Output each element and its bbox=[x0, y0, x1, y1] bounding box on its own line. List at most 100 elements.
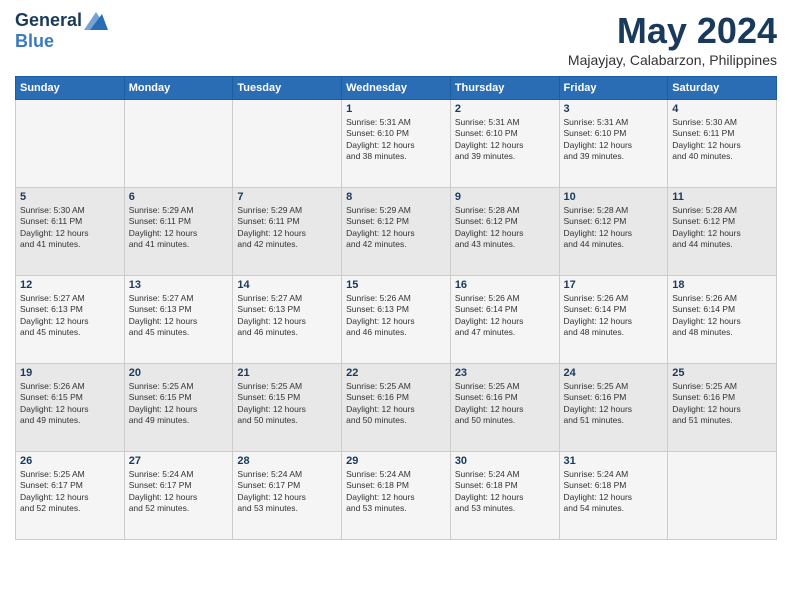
day-number: 6 bbox=[129, 191, 229, 203]
calendar-cell: 4 Sunrise: 5:30 AMSunset: 6:11 PMDaylight… bbox=[668, 100, 777, 188]
calendar-cell: 6 Sunrise: 5:29 AMSunset: 6:11 PMDaylight… bbox=[124, 188, 233, 276]
day-info: Sunrise: 5:28 AMSunset: 6:12 PMDaylight:… bbox=[564, 205, 664, 251]
calendar-cell: 22Sunrise: 5:25 AMSunset: 6:16 PMDayligh… bbox=[342, 364, 451, 452]
day-number: 2 bbox=[455, 103, 555, 115]
calendar-cell: 29 Sunrise: 5:24 AMSunset: 6:18 PMDayligh… bbox=[342, 452, 451, 540]
day-info: Sunrise: 5:25 AMSunset: 6:17 PMDaylight:… bbox=[20, 469, 120, 515]
day-info: Sunrise: 5:29 AMSunset: 6:11 PMDaylight:… bbox=[237, 205, 337, 251]
logo: General Blue bbox=[15, 10, 108, 52]
day-info: Sunrise: 5:26 AMSunset: 6:14 PMDaylight:… bbox=[672, 293, 772, 339]
weekday-header-thursday: Thursday bbox=[450, 77, 559, 100]
calendar-cell: 25 Sunrise: 5:25 AMSunset: 6:16 PMDayligh… bbox=[668, 364, 777, 452]
day-number: 13 bbox=[129, 279, 229, 291]
day-number: 7 bbox=[237, 191, 337, 203]
day-number: 17 bbox=[564, 279, 664, 291]
calendar-cell: 8 Sunrise: 5:29 AMSunset: 6:12 PMDaylight… bbox=[342, 188, 451, 276]
day-info: Sunrise: 5:30 AMSunset: 6:11 PMDaylight:… bbox=[20, 205, 120, 251]
day-info: Sunrise: 5:25 AMSunset: 6:15 PMDaylight:… bbox=[129, 381, 229, 427]
calendar-cell bbox=[668, 452, 777, 540]
weekday-header-monday: Monday bbox=[124, 77, 233, 100]
weekday-header-tuesday: Tuesday bbox=[233, 77, 342, 100]
day-number: 16 bbox=[455, 279, 555, 291]
calendar-header: SundayMondayTuesdayWednesdayThursdayFrid… bbox=[16, 77, 777, 100]
day-number: 27 bbox=[129, 455, 229, 467]
day-info: Sunrise: 5:26 AMSunset: 6:13 PMDaylight:… bbox=[346, 293, 446, 339]
subtitle: Majayjay, Calabarzon, Philippines bbox=[568, 52, 777, 68]
day-info: Sunrise: 5:25 AMSunset: 6:15 PMDaylight:… bbox=[237, 381, 337, 427]
calendar-cell: 10 Sunrise: 5:28 AMSunset: 6:12 PMDayligh… bbox=[559, 188, 668, 276]
weekday-row: SundayMondayTuesdayWednesdayThursdayFrid… bbox=[16, 77, 777, 100]
day-info: Sunrise: 5:24 AMSunset: 6:17 PMDaylight:… bbox=[237, 469, 337, 515]
calendar-week-5: 26 Sunrise: 5:25 AMSunset: 6:17 PMDayligh… bbox=[16, 452, 777, 540]
weekday-header-wednesday: Wednesday bbox=[342, 77, 451, 100]
calendar-cell: 19Sunrise: 5:26 AMSunset: 6:15 PMDayligh… bbox=[16, 364, 125, 452]
calendar-cell: 7 Sunrise: 5:29 AMSunset: 6:11 PMDaylight… bbox=[233, 188, 342, 276]
calendar-cell: 18 Sunrise: 5:26 AMSunset: 6:14 PMDayligh… bbox=[668, 276, 777, 364]
calendar-cell: 30Sunrise: 5:24 AMSunset: 6:18 PMDayligh… bbox=[450, 452, 559, 540]
logo-general: General bbox=[15, 10, 82, 31]
day-info: Sunrise: 5:27 AMSunset: 6:13 PMDaylight:… bbox=[20, 293, 120, 339]
day-info: Sunrise: 5:24 AMSunset: 6:17 PMDaylight:… bbox=[129, 469, 229, 515]
calendar-cell: 23Sunrise: 5:25 AMSunset: 6:16 PMDayligh… bbox=[450, 364, 559, 452]
day-number: 10 bbox=[564, 191, 664, 203]
day-info: Sunrise: 5:29 AMSunset: 6:12 PMDaylight:… bbox=[346, 205, 446, 251]
day-info: Sunrise: 5:26 AMSunset: 6:15 PMDaylight:… bbox=[20, 381, 120, 427]
calendar-cell: 1Sunrise: 5:31 AMSunset: 6:10 PMDaylight… bbox=[342, 100, 451, 188]
day-info: Sunrise: 5:24 AMSunset: 6:18 PMDaylight:… bbox=[455, 469, 555, 515]
day-info: Sunrise: 5:28 AMSunset: 6:12 PMDaylight:… bbox=[455, 205, 555, 251]
day-number: 26 bbox=[20, 455, 120, 467]
calendar-cell: 21 Sunrise: 5:25 AMSunset: 6:15 PMDayligh… bbox=[233, 364, 342, 452]
calendar-cell: 14Sunrise: 5:27 AMSunset: 6:13 PMDayligh… bbox=[233, 276, 342, 364]
day-info: Sunrise: 5:24 AMSunset: 6:18 PMDaylight:… bbox=[346, 469, 446, 515]
calendar-cell: 31 Sunrise: 5:24 AMSunset: 6:18 PMDayligh… bbox=[559, 452, 668, 540]
day-number: 29 bbox=[346, 455, 446, 467]
day-info: Sunrise: 5:25 AMSunset: 6:16 PMDaylight:… bbox=[564, 381, 664, 427]
day-number: 11 bbox=[672, 191, 772, 203]
logo-blue: Blue bbox=[15, 31, 54, 52]
calendar-body: 1Sunrise: 5:31 AMSunset: 6:10 PMDaylight… bbox=[16, 100, 777, 540]
title-section: May 2024 Majayjay, Calabarzon, Philippin… bbox=[568, 10, 777, 68]
logo-text: General bbox=[15, 10, 108, 31]
day-number: 8 bbox=[346, 191, 446, 203]
calendar-week-1: 1Sunrise: 5:31 AMSunset: 6:10 PMDaylight… bbox=[16, 100, 777, 188]
day-info: Sunrise: 5:31 AMSunset: 6:10 PMDaylight:… bbox=[346, 117, 446, 163]
day-number: 24 bbox=[564, 367, 664, 379]
calendar-cell: 16 Sunrise: 5:26 AMSunset: 6:14 PMDayligh… bbox=[450, 276, 559, 364]
calendar-cell: 11 Sunrise: 5:28 AMSunset: 6:12 PMDayligh… bbox=[668, 188, 777, 276]
calendar-cell: 2Sunrise: 5:31 AMSunset: 6:10 PMDaylight… bbox=[450, 100, 559, 188]
main-title: May 2024 bbox=[568, 10, 777, 52]
day-info: Sunrise: 5:26 AMSunset: 6:14 PMDaylight:… bbox=[564, 293, 664, 339]
day-info: Sunrise: 5:25 AMSunset: 6:16 PMDaylight:… bbox=[672, 381, 772, 427]
page: General Blue May 2024 Majayjay, Calabarz… bbox=[0, 0, 792, 612]
calendar-cell: 24 Sunrise: 5:25 AMSunset: 6:16 PMDayligh… bbox=[559, 364, 668, 452]
calendar-cell: 15 Sunrise: 5:26 AMSunset: 6:13 PMDayligh… bbox=[342, 276, 451, 364]
day-info: Sunrise: 5:26 AMSunset: 6:14 PMDaylight:… bbox=[455, 293, 555, 339]
day-number: 31 bbox=[564, 455, 664, 467]
day-number: 18 bbox=[672, 279, 772, 291]
calendar-cell: 26 Sunrise: 5:25 AMSunset: 6:17 PMDayligh… bbox=[16, 452, 125, 540]
day-number: 12 bbox=[20, 279, 120, 291]
calendar-week-2: 5 Sunrise: 5:30 AMSunset: 6:11 PMDaylight… bbox=[16, 188, 777, 276]
calendar-cell bbox=[233, 100, 342, 188]
day-info: Sunrise: 5:30 AMSunset: 6:11 PMDaylight:… bbox=[672, 117, 772, 163]
calendar-cell: 17 Sunrise: 5:26 AMSunset: 6:14 PMDayligh… bbox=[559, 276, 668, 364]
day-number: 14 bbox=[237, 279, 337, 291]
day-number: 28 bbox=[237, 455, 337, 467]
day-number: 23 bbox=[455, 367, 555, 379]
day-info: Sunrise: 5:28 AMSunset: 6:12 PMDaylight:… bbox=[672, 205, 772, 251]
day-number: 15 bbox=[346, 279, 446, 291]
calendar-cell: 28 Sunrise: 5:24 AMSunset: 6:17 PMDayligh… bbox=[233, 452, 342, 540]
day-number: 5 bbox=[20, 191, 120, 203]
day-number: 21 bbox=[237, 367, 337, 379]
day-info: Sunrise: 5:24 AMSunset: 6:18 PMDaylight:… bbox=[564, 469, 664, 515]
header: General Blue May 2024 Majayjay, Calabarz… bbox=[15, 10, 777, 68]
calendar-cell bbox=[124, 100, 233, 188]
calendar-week-4: 19Sunrise: 5:26 AMSunset: 6:15 PMDayligh… bbox=[16, 364, 777, 452]
logo-icon bbox=[84, 12, 108, 30]
day-number: 9 bbox=[455, 191, 555, 203]
day-info: Sunrise: 5:29 AMSunset: 6:11 PMDaylight:… bbox=[129, 205, 229, 251]
weekday-header-friday: Friday bbox=[559, 77, 668, 100]
day-number: 4 bbox=[672, 103, 772, 115]
calendar-cell: 3Sunrise: 5:31 AMSunset: 6:10 PMDaylight… bbox=[559, 100, 668, 188]
day-number: 25 bbox=[672, 367, 772, 379]
